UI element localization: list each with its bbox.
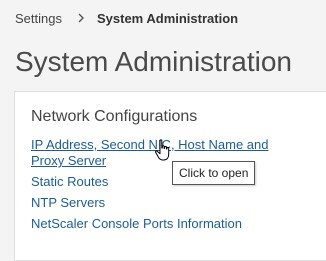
ntp-servers-link[interactable]: NTP Servers [31,195,105,211]
tooltip: Click to open [172,161,256,185]
console-ports-link[interactable]: NetScaler Console Ports Information [31,216,242,232]
section-title: Network Configurations [31,108,198,125]
static-routes-link[interactable]: Static Routes [31,174,108,190]
network-configurations-panel: Network Configurations IP Address, Secon… [14,91,326,261]
breadcrumb: Settings System Administration [15,9,238,27]
page-title: System Administration [15,46,292,77]
breadcrumb-settings-link[interactable]: Settings [15,11,62,26]
chevron-right-icon [75,12,87,24]
breadcrumb-current: System Administration [96,10,239,26]
hand-pointer-icon [154,139,174,163]
